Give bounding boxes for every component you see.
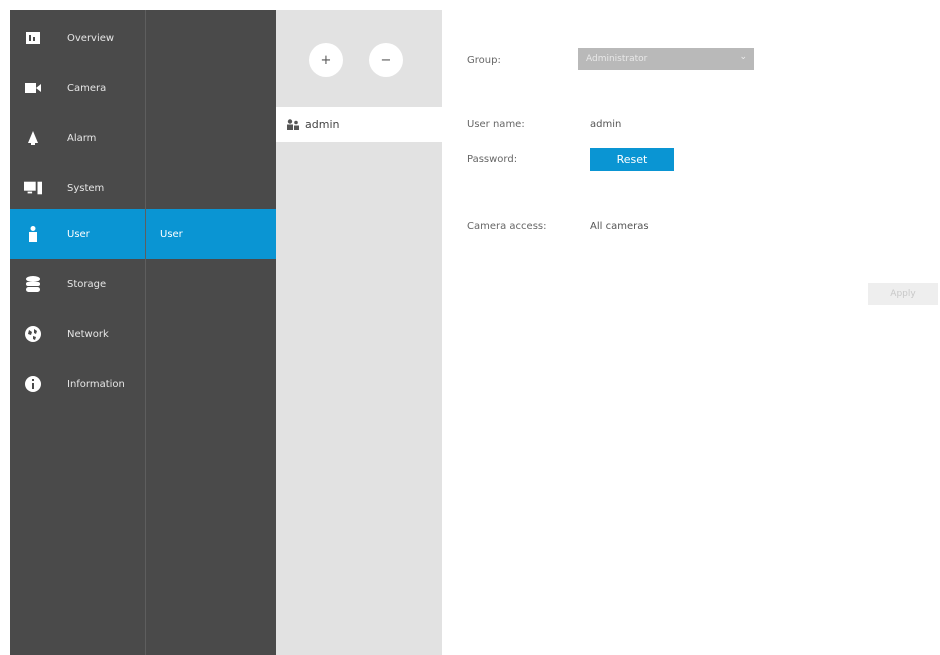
sub-sidebar: User <box>145 10 277 655</box>
group-label: Group: <box>467 55 501 66</box>
users-icon <box>287 119 299 130</box>
nav-item-user[interactable]: User <box>10 209 145 259</box>
user-list-panel: + − admin <box>276 10 442 655</box>
nav-item-storage[interactable]: Storage <box>10 259 145 309</box>
user-list-toolbar: + − <box>276 10 442 107</box>
nav-item-system[interactable]: System <box>10 163 145 213</box>
nav-item-camera[interactable]: Camera <box>10 63 145 113</box>
chevron-down-icon: ⌄ <box>739 52 747 62</box>
monitor-icon <box>24 179 42 197</box>
main-sidebar: Overview Camera Alarm System User Storag… <box>10 10 145 655</box>
camera-icon <box>24 79 42 97</box>
nav-label: User <box>67 228 90 240</box>
bell-icon <box>24 129 42 147</box>
database-icon <box>24 275 42 293</box>
user-settings-form: Group: Administrator ⌄ User name: admin … <box>442 10 940 655</box>
info-icon <box>24 375 42 393</box>
nav-item-information[interactable]: Information <box>10 359 145 409</box>
user-list-item[interactable]: admin <box>276 107 442 142</box>
reset-password-button[interactable]: Reset <box>590 148 674 171</box>
add-user-button[interactable]: + <box>309 43 343 77</box>
globe-icon <box>24 325 42 343</box>
nav-label: Network <box>67 328 109 340</box>
subnav-item-user[interactable]: User <box>146 209 277 259</box>
remove-user-button[interactable]: − <box>369 43 403 77</box>
nav-label: Overview <box>67 32 115 44</box>
username-value: admin <box>590 119 622 130</box>
nav-item-overview[interactable]: Overview <box>10 13 145 63</box>
nav-label: Storage <box>67 278 107 290</box>
user-icon <box>24 225 42 243</box>
nav-label: Information <box>67 378 125 390</box>
nav-label: System <box>67 182 105 194</box>
password-label: Password: <box>467 154 518 165</box>
camera-access-label: Camera access: <box>467 221 547 232</box>
nav-item-alarm[interactable]: Alarm <box>10 113 145 163</box>
username-label: User name: <box>467 119 525 130</box>
nav-label: Camera <box>67 82 107 94</box>
nav-item-network[interactable]: Network <box>10 309 145 359</box>
apply-button[interactable]: Apply <box>868 283 938 305</box>
overview-icon <box>24 29 42 47</box>
nav-label: Alarm <box>67 132 97 144</box>
user-name: admin <box>305 118 340 131</box>
camera-access-value: All cameras <box>590 221 649 232</box>
group-select-value: Administrator <box>586 54 648 64</box>
group-select[interactable]: Administrator ⌄ <box>578 48 754 70</box>
